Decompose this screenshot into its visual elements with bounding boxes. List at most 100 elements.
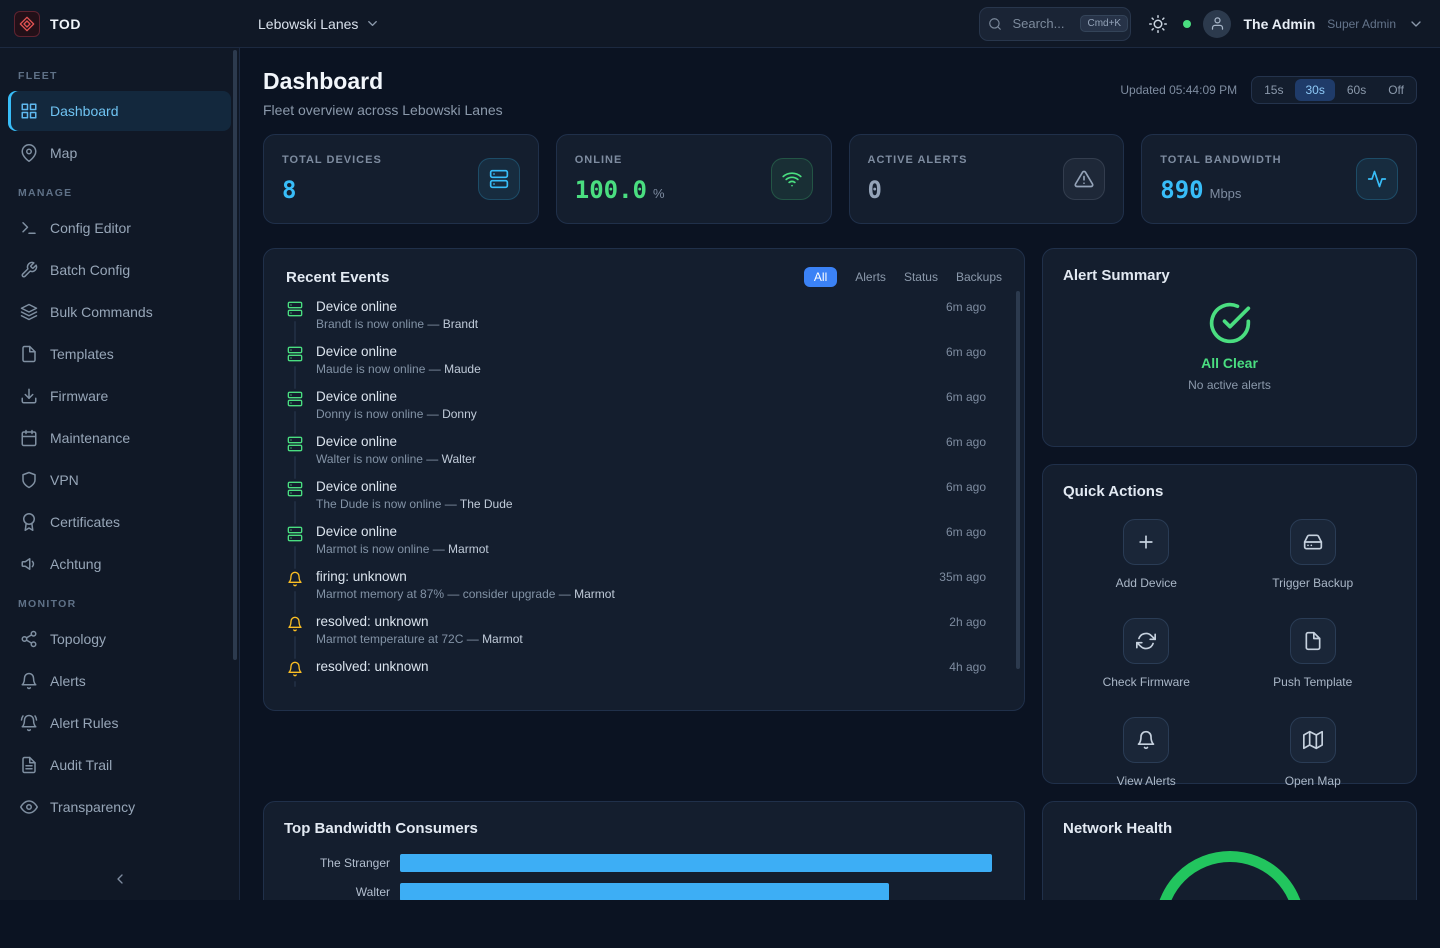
events-tab-status[interactable]: Status bbox=[904, 267, 938, 287]
sidebar-item-label: Transparency bbox=[50, 799, 135, 815]
bell-icon bbox=[20, 672, 38, 690]
event-row: resolved: unknown 4h ago bbox=[286, 659, 986, 687]
megaphone-icon bbox=[20, 555, 38, 573]
terminal-icon bbox=[20, 219, 38, 237]
chevron-down-icon bbox=[365, 16, 380, 31]
events-tab-backups[interactable]: Backups bbox=[956, 267, 1002, 287]
sidebar-item-map[interactable]: Map bbox=[8, 133, 231, 173]
sidebar-item-label: Dashboard bbox=[50, 103, 119, 119]
stat-card-online: ONLINE 100.0 % bbox=[556, 134, 832, 224]
org-switcher[interactable]: Lebowski Lanes bbox=[240, 16, 380, 32]
alert-summary-title: Alert Summary bbox=[1063, 267, 1170, 284]
event-row: Device online 6m ago The Dude is now onl… bbox=[286, 479, 986, 524]
network-health-donut bbox=[1155, 851, 1305, 900]
sidebar-section: MONITOR Topology Alerts Alert Rules Audi… bbox=[0, 586, 239, 827]
sidebar-item-dashboard[interactable]: Dashboard bbox=[8, 91, 231, 131]
refresh-option-off[interactable]: Off bbox=[1378, 79, 1414, 101]
server-icon bbox=[287, 481, 303, 497]
quick-action-label: Trigger Backup bbox=[1272, 576, 1353, 590]
refresh-option-30s[interactable]: 30s bbox=[1295, 79, 1334, 101]
sidebar-item-maintenance[interactable]: Maintenance bbox=[8, 418, 231, 458]
wrench-icon bbox=[20, 261, 38, 279]
sidebar-item-transparency[interactable]: Transparency bbox=[8, 787, 231, 827]
map-pin-icon bbox=[20, 144, 38, 162]
wifi-icon bbox=[782, 169, 802, 189]
sidebar-item-vpn[interactable]: VPN bbox=[8, 460, 231, 500]
topbar: TOD Lebowski Lanes Cmd+K The Admin Super… bbox=[0, 0, 1440, 48]
events-scrollbar[interactable] bbox=[1016, 291, 1020, 669]
quick-action-trigger-backup[interactable]: Trigger Backup bbox=[1230, 519, 1397, 590]
sidebar-item-batch-config[interactable]: Batch Config bbox=[8, 250, 231, 290]
quick-action-open-map[interactable]: Open Map bbox=[1230, 717, 1397, 788]
sidebar-section-label: MANAGE bbox=[0, 175, 239, 206]
sidebar-item-templates[interactable]: Templates bbox=[8, 334, 231, 374]
file-icon bbox=[1303, 631, 1323, 651]
theme-toggle-button[interactable] bbox=[1143, 10, 1171, 38]
server-icon bbox=[287, 301, 303, 317]
search-input[interactable] bbox=[1010, 15, 1072, 32]
sidebar-item-label: Batch Config bbox=[50, 262, 130, 278]
stat-card-total-devices: TOTAL DEVICES 8 bbox=[263, 134, 539, 224]
sidebar-section: MANAGE Config Editor Batch Config Bulk C… bbox=[0, 175, 239, 584]
layers-icon bbox=[20, 303, 38, 321]
search-box[interactable]: Cmd+K bbox=[979, 7, 1131, 41]
event-time: 6m ago bbox=[946, 435, 986, 449]
sidebar-item-topology[interactable]: Topology bbox=[8, 619, 231, 659]
event-title: Device online bbox=[316, 434, 397, 449]
quick-action-view-alerts[interactable]: View Alerts bbox=[1063, 717, 1230, 788]
event-description: Walter is now online — Walter bbox=[316, 452, 986, 466]
sidebar-item-audit-trail[interactable]: Audit Trail bbox=[8, 745, 231, 785]
event-description: Donny is now online — Donny bbox=[316, 407, 986, 421]
plus-icon bbox=[1136, 532, 1156, 552]
file-text-icon bbox=[20, 756, 38, 774]
sidebar-item-label: Config Editor bbox=[50, 220, 131, 236]
sidebar-item-label: VPN bbox=[50, 472, 79, 488]
sidebar-item-label: Templates bbox=[50, 346, 114, 362]
event-row: Device online 6m ago Walter is now onlin… bbox=[286, 434, 986, 479]
event-description: Marmot is now online — Marmot bbox=[316, 542, 986, 556]
sidebar-item-certificates[interactable]: Certificates bbox=[8, 502, 231, 542]
events-tab-all[interactable]: All bbox=[804, 267, 837, 287]
event-time: 6m ago bbox=[946, 300, 986, 314]
events-tab-alerts[interactable]: Alerts bbox=[855, 267, 886, 287]
sidebar-item-alert-rules[interactable]: Alert Rules bbox=[8, 703, 231, 743]
stat-unit: % bbox=[653, 186, 665, 201]
stat-value: 890 bbox=[1160, 176, 1203, 204]
logo-icon bbox=[14, 11, 40, 37]
event-title: Device online bbox=[316, 479, 397, 494]
logo-area: TOD bbox=[0, 11, 240, 37]
quick-action-add-device[interactable]: Add Device bbox=[1063, 519, 1230, 590]
refresh-icon bbox=[1136, 631, 1156, 651]
main-content: Dashboard Fleet overview across Lebowski… bbox=[240, 48, 1440, 900]
bandwidth-row: The Stranger bbox=[284, 854, 1004, 872]
sidebar-item-label: Maintenance bbox=[50, 430, 130, 446]
page-subtitle: Fleet overview across Lebowski Lanes bbox=[263, 102, 503, 118]
refresh-option-60s[interactable]: 60s bbox=[1337, 79, 1376, 101]
event-time: 6m ago bbox=[946, 390, 986, 404]
sidebar-item-config-editor[interactable]: Config Editor bbox=[8, 208, 231, 248]
sidebar-item-achtung[interactable]: Achtung bbox=[8, 544, 231, 584]
quick-action-check-firmware[interactable]: Check Firmware bbox=[1063, 618, 1230, 689]
server-icon bbox=[287, 391, 303, 407]
refresh-option-15s[interactable]: 15s bbox=[1254, 79, 1293, 101]
hard-drive-icon bbox=[1303, 532, 1323, 552]
chevron-down-icon[interactable] bbox=[1408, 16, 1424, 32]
avatar[interactable] bbox=[1203, 10, 1231, 38]
event-time: 6m ago bbox=[946, 345, 986, 359]
event-title: Device online bbox=[316, 524, 397, 539]
sidebar-item-firmware[interactable]: Firmware bbox=[8, 376, 231, 416]
page-title: Dashboard bbox=[263, 68, 503, 95]
quick-action-label: Push Template bbox=[1273, 675, 1352, 689]
sidebar-item-alerts[interactable]: Alerts bbox=[8, 661, 231, 701]
sidebar-item-label: Alerts bbox=[50, 673, 86, 689]
bandwidth-bar bbox=[400, 883, 889, 900]
sidebar-item-label: Certificates bbox=[50, 514, 120, 530]
event-title: Device online bbox=[316, 299, 397, 314]
sidebar-collapse-button[interactable] bbox=[0, 864, 239, 894]
quick-action-push-template[interactable]: Push Template bbox=[1230, 618, 1397, 689]
grid-icon bbox=[20, 102, 38, 120]
event-time: 35m ago bbox=[939, 570, 986, 584]
sidebar-item-bulk-commands[interactable]: Bulk Commands bbox=[8, 292, 231, 332]
event-title: firing: unknown bbox=[316, 569, 407, 584]
sidebar-scrollbar[interactable] bbox=[233, 50, 237, 660]
